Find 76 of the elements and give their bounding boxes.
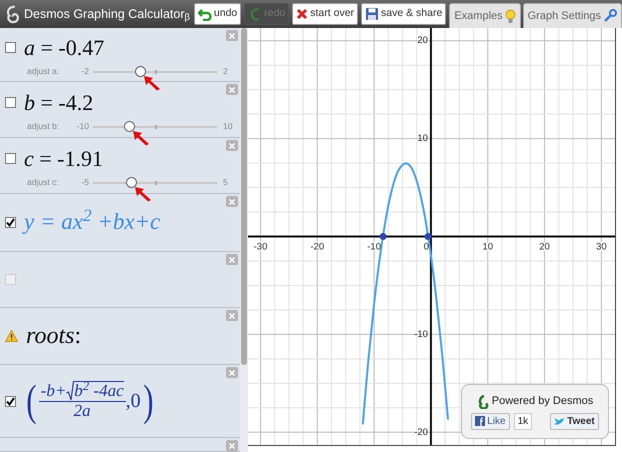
slider-max: 10 (223, 120, 232, 133)
check-icon (6, 218, 15, 227)
axis-label: 20 (417, 35, 428, 46)
close-button[interactable] (226, 440, 238, 451)
like-button[interactable]: Like (471, 412, 510, 430)
numerator-text: -b+ (40, 382, 66, 402)
logo-icon (4, 3, 22, 25)
axis-label: -30 (254, 242, 268, 252)
axis-label: 10 (417, 133, 428, 144)
slider-max: 2 (223, 65, 228, 78)
math-expression: b = -4.2 (24, 89, 94, 118)
parenthesis: ( (26, 379, 36, 423)
close-button[interactable] (226, 30, 238, 41)
like-count: 1k (514, 412, 532, 430)
logo-icon (476, 394, 489, 409)
app-title: Desmos Graphing Calculator$_{β}$ (24, 6, 190, 24)
slider-max: 5 (223, 176, 228, 189)
close-icon (229, 312, 235, 318)
undo-button[interactable]: undo (194, 3, 242, 25)
checkbox[interactable] (5, 153, 16, 164)
parenthesis: ) (142, 379, 154, 423)
slider-min: -2 (80, 65, 89, 78)
tab[interactable]: Examples (449, 3, 521, 28)
math-expression: y = ax$^{2}$ +bx+c (24, 205, 160, 236)
slider-label: adjust b: (27, 120, 60, 133)
axis-label: 20 (539, 242, 550, 252)
math-expression: a = -0.47 (24, 34, 104, 62)
undo-arrow-icon (198, 7, 212, 21)
close-icon (229, 256, 235, 262)
checkbox[interactable] (5, 396, 16, 406)
root-point[interactable] (424, 233, 432, 240)
slider-thumb[interactable] (135, 66, 146, 76)
axis-label: 0 (424, 242, 429, 252)
tab[interactable]: Graph Settings (522, 3, 622, 28)
denominator-text: 2a (74, 402, 91, 421)
close-button[interactable] (226, 367, 238, 378)
scrollbar-thumb[interactable] (241, 28, 247, 365)
coordinate-text: ,0 (126, 389, 141, 414)
tweet-button[interactable]: Tweet (550, 412, 599, 430)
close-button[interactable] (226, 310, 238, 321)
checkbox[interactable] (5, 42, 16, 54)
close-button[interactable] (226, 140, 238, 151)
slider-label: adjust a: (27, 65, 60, 78)
close-icon (229, 442, 235, 448)
axis-label: -20 (414, 426, 428, 438)
slider-thumb[interactable] (126, 176, 138, 188)
close-icon (229, 198, 235, 204)
axis-label: 30 (596, 242, 607, 252)
expression-text: roots: (26, 322, 82, 351)
facebook-icon (475, 416, 486, 426)
slider-label: adjust c: (27, 176, 60, 189)
close-icon (229, 142, 235, 148)
checkbox[interactable] (5, 217, 16, 228)
slider-min: -5 (80, 176, 89, 189)
lightbulb-icon (504, 8, 516, 24)
checkbox[interactable] (5, 97, 16, 108)
close-icon (296, 8, 308, 20)
axis-label: 10 (482, 242, 494, 252)
axis-label: -20 (310, 242, 324, 252)
close-button[interactable] (226, 84, 238, 95)
save-share-button[interactable]: save & share (361, 3, 446, 25)
axis-label: -10 (414, 328, 428, 340)
powered-by-text: Powered by Desmos (492, 394, 594, 410)
close-icon (229, 32, 235, 38)
check-icon (6, 396, 15, 406)
bird-icon (554, 416, 566, 426)
math-expression: c = -1.91 (24, 145, 103, 174)
start-over-button[interactable]: start over (292, 3, 358, 25)
close-button[interactable] (226, 196, 238, 207)
slider-thumb[interactable] (124, 120, 135, 132)
wrench-icon (603, 9, 617, 23)
close-icon (229, 370, 235, 376)
close-icon (229, 86, 235, 92)
close-button[interactable] (226, 254, 238, 265)
root-point[interactable] (380, 233, 387, 240)
slider-min: -10 (76, 120, 89, 133)
